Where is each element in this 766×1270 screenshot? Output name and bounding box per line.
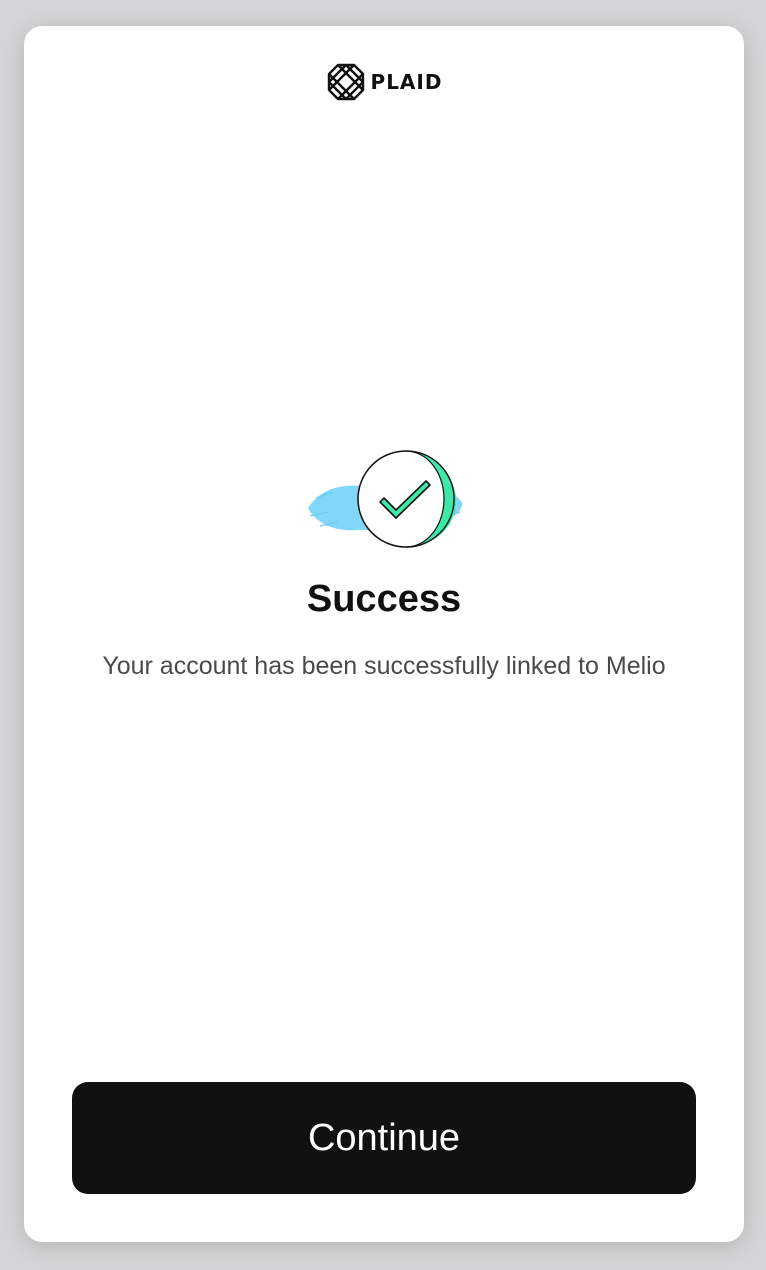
success-title: Success — [306, 578, 462, 620]
plaid-wordmark: PLAID — [370, 70, 443, 94]
plaid-logo-icon — [327, 63, 364, 101]
success-message: Your account has been successfully linke… — [102, 652, 666, 680]
plaid-logo: PLAID — [24, 62, 744, 102]
continue-button[interactable]: Continue — [72, 1082, 696, 1194]
plaid-link-modal: PLAID Success Your account has been succ… — [24, 26, 744, 1242]
success-check-icon — [308, 450, 463, 548]
success-illustration — [302, 446, 466, 552]
